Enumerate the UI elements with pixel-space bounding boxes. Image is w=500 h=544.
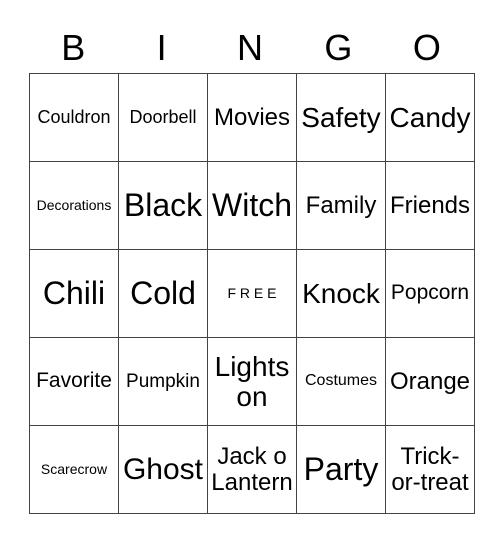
bingo-cell[interactable]: Family xyxy=(296,161,386,250)
bingo-cell[interactable]: Safety xyxy=(296,73,386,162)
bingo-cell[interactable]: Favorite xyxy=(29,337,119,426)
bingo-cell[interactable]: Friends xyxy=(385,161,475,250)
header-letter-g: G xyxy=(324,27,353,68)
bingo-cell[interactable]: Pumpkin xyxy=(118,337,208,426)
bingo-cell[interactable]: Trick-or-treat xyxy=(385,425,475,514)
bingo-cell[interactable]: Scarecrow xyxy=(29,425,119,514)
header-letter-n: N xyxy=(237,27,264,68)
bingo-cell[interactable]: Party xyxy=(296,425,386,514)
bingo-cell[interactable]: Jack o Lantern xyxy=(207,425,297,514)
bingo-cell[interactable]: Lights on xyxy=(207,337,297,426)
bingo-cell[interactable]: Costumes xyxy=(296,337,386,426)
grid-row: Decorations Black Witch Family Friends xyxy=(29,161,475,250)
bingo-cell[interactable]: Decorations xyxy=(29,161,119,250)
bingo-grid: Couldron Doorbell Movies Safety Candy De… xyxy=(29,73,475,514)
bingo-cell[interactable]: Orange xyxy=(385,337,475,426)
bingo-cell[interactable]: Couldron xyxy=(29,73,119,162)
grid-row: Couldron Doorbell Movies Safety Candy xyxy=(29,73,475,162)
header-letter-i: I xyxy=(156,27,167,68)
bingo-cell[interactable]: Popcorn xyxy=(385,249,475,338)
bingo-cell[interactable]: Knock xyxy=(296,249,386,338)
grid-row: Scarecrow Ghost Jack o Lantern Party Tri… xyxy=(29,425,475,514)
grid-row: Favorite Pumpkin Lights on Costumes Oran… xyxy=(29,337,475,426)
header-letter-o: O xyxy=(412,27,441,68)
header-letter-b: B xyxy=(61,27,86,68)
free-space-cell[interactable]: F R E E xyxy=(207,249,297,338)
bingo-header: B I N G O xyxy=(29,24,471,72)
bingo-cell[interactable]: Ghost xyxy=(118,425,208,514)
bingo-cell[interactable]: Chili xyxy=(29,249,119,338)
bingo-cell[interactable]: Movies xyxy=(207,73,297,162)
bingo-cell[interactable]: Candy xyxy=(385,73,475,162)
bingo-cell[interactable]: Witch xyxy=(207,161,297,250)
bingo-cell[interactable]: Cold xyxy=(118,249,208,338)
bingo-cell[interactable]: Doorbell xyxy=(118,73,208,162)
grid-row: Chili Cold F R E E Knock Popcorn xyxy=(29,249,475,338)
bingo-cell[interactable]: Black xyxy=(118,161,208,250)
